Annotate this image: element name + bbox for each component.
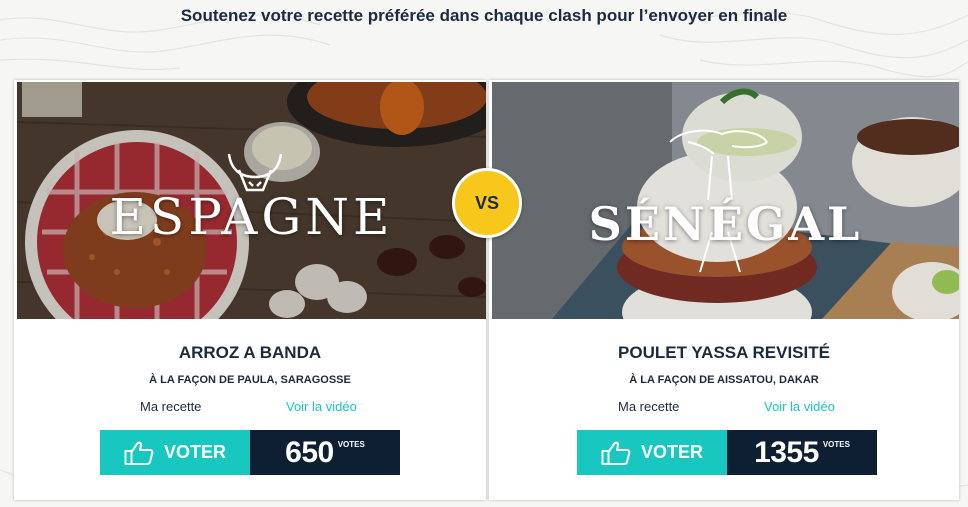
recipe-photo-espagne: ESPAGNE <box>17 82 486 319</box>
recipe-card-senegal: SÉNÉGAL POULET YASSA REVISITÉ À LA FAÇON… <box>489 80 959 500</box>
thumbs-up-icon <box>601 441 631 465</box>
vote-label: VOTER <box>640 442 703 462</box>
vote-number: 1355 <box>754 435 819 469</box>
recipe-card-espagne: ESPAGNE ARROZ A BANDA À LA FAÇON DE PAUL… <box>14 80 486 500</box>
thumbs-up-icon <box>124 441 154 465</box>
vote-number: 650 <box>285 435 334 469</box>
vote-count: 1355 VOTES <box>727 430 877 475</box>
vote-bar: VOTER 650 VOTES <box>100 430 400 475</box>
country-name-senegal: SÉNÉGAL <box>588 197 863 251</box>
vs-badge: VS <box>452 168 522 238</box>
vote-button[interactable]: VOTER <box>577 430 727 475</box>
dish-title: POULET YASSA REVISITÉ <box>618 343 830 362</box>
vote-unit: VOTES <box>337 440 365 449</box>
watch-video-link[interactable]: Voir la vidéo <box>286 399 357 414</box>
dish-origin: À LA FAÇON DE PAULA, SARAGOSSE <box>149 374 351 386</box>
dish-title: ARROZ A BANDA <box>178 343 322 362</box>
recipe-photo-senegal: SÉNÉGAL <box>492 82 959 319</box>
country-name-espagne: ESPAGNE <box>109 188 394 246</box>
vote-label: VOTER <box>163 442 226 462</box>
vote-count: 650 VOTES <box>250 430 400 475</box>
watch-video-link[interactable]: Voir la vidéo <box>764 399 835 414</box>
page-headline: Soutenez votre recette préférée dans cha… <box>180 6 788 25</box>
vote-button[interactable]: VOTER <box>100 430 250 475</box>
my-recipe-link[interactable]: Ma recette <box>140 399 201 414</box>
dish-origin: À LA FAÇON DE AISSATOU, DAKAR <box>629 374 819 386</box>
vote-bar: VOTER 1355 VOTES <box>577 430 877 475</box>
my-recipe-link[interactable]: Ma recette <box>618 399 679 414</box>
vote-unit: VOTES <box>822 440 850 449</box>
